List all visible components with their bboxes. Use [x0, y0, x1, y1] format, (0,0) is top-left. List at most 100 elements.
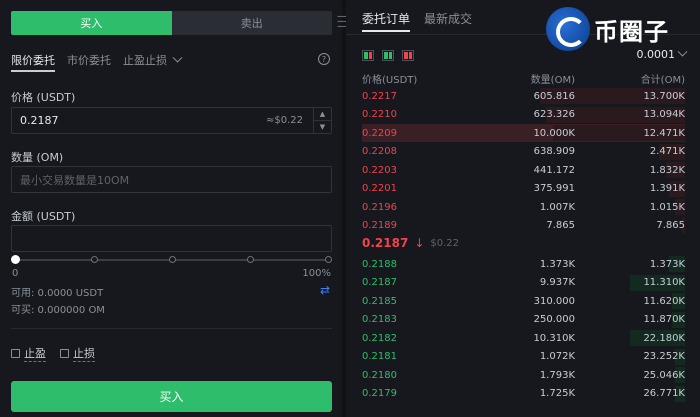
active-tab-indicator [11, 70, 55, 72]
row-quantity: 1.072K [539, 351, 575, 362]
table-row[interactable]: 0.2196 1.007K 1.015K [362, 198, 685, 216]
row-price: 0.2210 [362, 109, 397, 120]
slider-max-label: 100% [302, 268, 331, 279]
slider-stop-25[interactable] [91, 256, 98, 263]
row-price: 0.2179 [362, 388, 397, 399]
chevron-down-icon [172, 52, 183, 63]
table-row[interactable]: 0.2189 7.865 7.865 [362, 217, 685, 235]
row-quantity: 10.310K [533, 332, 575, 344]
stop-loss-checkbox[interactable]: 止损 [60, 345, 95, 362]
amount-input[interactable] [11, 225, 332, 252]
row-total: 2.471K [649, 146, 685, 157]
row-quantity: 1.373K [539, 258, 575, 270]
row-price: 0.2183 [362, 314, 397, 325]
row-total: 13.700K [643, 90, 685, 102]
slider-stop-50[interactable] [169, 256, 176, 263]
stop-loss-label: 止损 [73, 347, 95, 362]
transfer-icon[interactable]: ⇄ [320, 283, 330, 297]
price-stepper: ▲ ▼ [313, 108, 331, 133]
table-row[interactable]: 0.2210 623.326 13.094K [362, 106, 685, 124]
row-total: 7.865 [656, 220, 685, 231]
more-menu-icon[interactable]: — — — [337, 12, 347, 32]
price-value: 0.2187 [20, 114, 59, 127]
row-quantity: 605.816 [533, 90, 575, 102]
chevron-down-icon [677, 46, 688, 57]
slider-stop-100[interactable] [325, 256, 332, 263]
order-book-panel: 委托订单 最新成交 币圈子 0.0001 价格(USDT) 数量(OM) 合计(… [346, 0, 700, 417]
tab-order-book[interactable]: 委托订单 [362, 10, 410, 27]
table-row[interactable]: 0.2203 441.172 1.832K [362, 161, 685, 179]
row-quantity: 441.172 [533, 164, 575, 176]
buy-submit-button[interactable]: 买入 [11, 381, 332, 412]
stepper-up-icon[interactable]: ▲ [314, 108, 331, 120]
divider [11, 328, 332, 329]
row-total: 26.771K [643, 388, 685, 399]
row-quantity: 1.793K [539, 369, 575, 381]
arrow-down-icon: ↓ [414, 236, 425, 250]
table-row[interactable]: 0.2181 1.072K 23.252K [362, 348, 685, 366]
slider-handle[interactable] [11, 255, 20, 264]
table-row[interactable]: 0.2188 1.373K 1.373K [362, 255, 685, 273]
amount-label: 金额 (USDT) [11, 210, 76, 223]
row-quantity: 638.909 [533, 146, 575, 157]
slider-min-label: 0 [12, 268, 19, 279]
quantity-input[interactable]: 最小交易数量是10OM [11, 166, 332, 193]
table-row[interactable]: 0.2182 10.310K 22.180K [362, 329, 685, 347]
table-row[interactable]: 0.2217 605.816 13.700K [362, 87, 685, 105]
slider-stop-75[interactable] [247, 256, 254, 263]
depth-bids-icon[interactable] [382, 50, 394, 61]
last-price-value: 0.2187 [362, 236, 409, 250]
price-usd-hint: ≈$0.22 [265, 115, 303, 126]
side-toggle: 买入 卖出 [11, 11, 332, 35]
order-type-tabs: 限价委托 市价委托 止盈止损 [11, 50, 332, 70]
tab-market-order[interactable]: 市价委托 [67, 52, 111, 68]
row-quantity: 1.725K [539, 388, 575, 399]
sell-tab[interactable]: 卖出 [171, 11, 332, 35]
row-total: 22.180K [643, 332, 685, 344]
row-total: 11.310K [643, 277, 685, 288]
row-total: 25.046K [643, 369, 685, 381]
table-row[interactable]: 0.2185 310.000 11.620K [362, 292, 685, 310]
row-quantity: 310.000 [533, 295, 575, 307]
tab-limit-order[interactable]: 限价委托 [11, 52, 55, 68]
quantity-label: 数量 (OM) [11, 151, 64, 164]
row-price: 0.2182 [362, 332, 397, 344]
last-price-usd: $0.22 [430, 237, 460, 249]
table-row[interactable]: 0.2179 1.725K 26.771K [362, 385, 685, 403]
row-total: 11.870K [643, 314, 685, 325]
logo-mark-icon [546, 7, 590, 51]
header-quantity: 数量(OM) [530, 75, 575, 86]
row-quantity: 375.991 [533, 183, 575, 194]
row-quantity: 10.000K [533, 127, 575, 139]
table-row[interactable]: 0.2180 1.793K 25.046K [362, 366, 685, 384]
tab-tp-sl[interactable]: 止盈止损 [123, 52, 183, 68]
row-price: 0.2185 [362, 295, 397, 307]
row-total: 12.471K [643, 127, 685, 139]
depth-both-icon[interactable] [362, 50, 374, 61]
row-quantity: 623.326 [533, 109, 575, 120]
row-price: 0.2203 [362, 164, 397, 176]
depth-asks-icon[interactable] [402, 50, 414, 61]
row-price: 0.2217 [362, 90, 397, 102]
precision-select[interactable]: 0.0001 [636, 46, 688, 61]
row-total: 13.094K [643, 109, 685, 120]
help-icon[interactable]: ? [318, 53, 330, 65]
row-total: 11.620K [643, 295, 685, 307]
tab-latest-trades[interactable]: 最新成交 [424, 10, 472, 27]
price-input[interactable]: 0.2187 ≈$0.22 ▲ ▼ [11, 107, 332, 134]
table-row[interactable]: 0.2209 10.000K 12.471K [362, 124, 685, 142]
take-profit-checkbox[interactable]: 止盈 [11, 345, 46, 362]
row-quantity: 250.000 [533, 314, 575, 325]
buy-tab[interactable]: 买入 [11, 11, 172, 35]
row-total: 1.832K [649, 164, 685, 176]
book-tabs: 委托订单 最新成交 [362, 10, 472, 27]
table-row[interactable]: 0.2201 375.991 1.391K [362, 180, 685, 198]
row-price: 0.2181 [362, 351, 397, 362]
logo-text: 币圈子 [594, 17, 669, 46]
table-row[interactable]: 0.2208 638.909 2.471K [362, 143, 685, 161]
table-row[interactable]: 0.2187 9.937K 11.310K [362, 274, 685, 292]
table-row[interactable]: 0.2183 250.000 11.870K [362, 311, 685, 329]
precision-value: 0.0001 [636, 48, 676, 61]
row-price: 0.2196 [362, 201, 397, 213]
stepper-down-icon[interactable]: ▼ [314, 120, 331, 133]
